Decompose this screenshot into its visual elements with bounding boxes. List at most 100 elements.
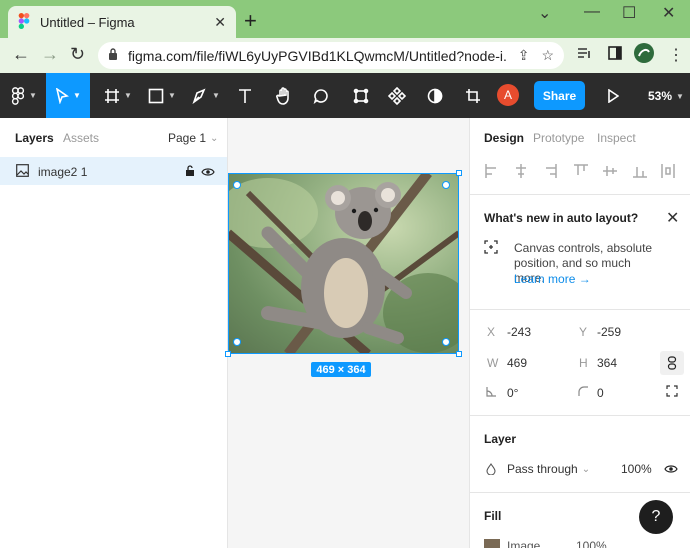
present-button[interactable] bbox=[600, 73, 626, 118]
y-field[interactable]: -259 bbox=[597, 325, 621, 339]
crop-icon bbox=[466, 88, 480, 103]
link-icon bbox=[667, 356, 677, 370]
rectangle-icon bbox=[148, 88, 164, 103]
align-horizontal-center-icon[interactable] bbox=[513, 163, 529, 179]
resize-handle-top-left[interactable] bbox=[233, 181, 241, 189]
resources-tool-button[interactable] bbox=[346, 73, 376, 118]
component-icon bbox=[388, 86, 406, 105]
shape-tool-button[interactable]: ▼ bbox=[142, 73, 182, 118]
url-text: figma.com/file/fiWL6yUyPGVIBd1KLQwmcM/Un… bbox=[128, 47, 506, 64]
selection-box bbox=[228, 173, 459, 354]
blend-drop-icon bbox=[486, 463, 496, 478]
component-tool-button[interactable] bbox=[382, 73, 412, 118]
layer-visibility-eye-icon[interactable] bbox=[664, 463, 678, 477]
share-page-icon[interactable]: ⇪ bbox=[518, 47, 530, 64]
tab-assets[interactable]: Assets bbox=[63, 131, 99, 145]
contrast-icon bbox=[427, 88, 443, 103]
h-field[interactable]: 364 bbox=[597, 356, 617, 370]
constrain-proportions-button[interactable] bbox=[660, 351, 684, 375]
main-menu-button[interactable]: ▼ bbox=[4, 73, 44, 118]
minimize-button[interactable]: — bbox=[584, 3, 600, 21]
layer-name: image2 1 bbox=[38, 165, 88, 179]
corner-handle-bottom-left[interactable] bbox=[225, 351, 231, 357]
side-panel-icon[interactable] bbox=[607, 45, 623, 64]
zoom-dropdown[interactable]: 53% ▼ bbox=[648, 89, 684, 103]
address-bar[interactable]: figma.com/file/fiWL6yUyPGVIBd1KLQwmcM/Un… bbox=[98, 42, 564, 69]
align-top-icon[interactable] bbox=[573, 163, 589, 179]
independent-corners-icon[interactable] bbox=[666, 385, 678, 400]
divider bbox=[470, 309, 690, 310]
move-tool-button[interactable]: ▼ bbox=[46, 73, 90, 118]
figma-favicon-icon bbox=[18, 12, 30, 32]
crop-tool-button[interactable] bbox=[458, 73, 488, 118]
tab-layers[interactable]: Layers bbox=[15, 131, 54, 145]
user-avatar[interactable]: A bbox=[497, 84, 519, 106]
tab-design[interactable]: Design bbox=[484, 131, 524, 145]
figma-logo-icon bbox=[11, 86, 25, 105]
x-field[interactable]: -243 bbox=[507, 325, 531, 339]
browser-menu-icon[interactable]: ⋮ bbox=[668, 45, 684, 65]
divider bbox=[470, 194, 690, 195]
close-icon[interactable]: ✕ bbox=[666, 208, 679, 228]
corner-handle-top-right[interactable] bbox=[456, 170, 462, 176]
w-field[interactable]: 469 bbox=[507, 356, 527, 370]
fill-swatch[interactable] bbox=[484, 539, 500, 548]
blend-mode-dropdown[interactable]: Pass through ⌄ bbox=[507, 462, 590, 476]
comment-tool-button[interactable] bbox=[306, 73, 336, 118]
forward-arrow-icon[interactable]: → bbox=[41, 44, 59, 65]
close-tab-icon[interactable]: ✕ bbox=[214, 14, 226, 31]
maximize-button[interactable]: ☐ bbox=[622, 3, 636, 23]
auto-layout-icon bbox=[484, 240, 498, 257]
corner-radius-field[interactable]: 0 bbox=[597, 386, 604, 400]
contrast-tool-button[interactable] bbox=[420, 73, 450, 118]
pen-tool-button[interactable]: ▼ bbox=[186, 73, 226, 118]
rotation-icon bbox=[486, 386, 497, 400]
resources-icon bbox=[353, 88, 369, 103]
close-window-button[interactable]: ✕ bbox=[662, 3, 675, 23]
h-label: H bbox=[579, 356, 588, 370]
layer-opacity-field[interactable]: 100% bbox=[621, 462, 652, 476]
tab-inspect[interactable]: Inspect bbox=[597, 131, 636, 145]
learn-more-link[interactable]: Learn more → bbox=[514, 272, 591, 286]
cursor-icon bbox=[55, 87, 70, 104]
distribute-icon[interactable] bbox=[660, 163, 676, 179]
page-selector[interactable]: Page 1 ⌄ bbox=[168, 131, 218, 145]
reading-list-icon[interactable] bbox=[576, 45, 592, 64]
frame-tool-button[interactable]: ▼ bbox=[98, 73, 138, 118]
play-icon bbox=[608, 88, 619, 103]
unlock-icon[interactable] bbox=[185, 165, 195, 180]
profile-avatar-icon[interactable] bbox=[634, 43, 654, 66]
fill-section-title: Fill bbox=[484, 509, 502, 523]
reload-icon[interactable]: ↻ bbox=[70, 44, 85, 65]
chevron-down-icon: ⌄ bbox=[581, 463, 591, 475]
tab-prototype[interactable]: Prototype bbox=[533, 131, 584, 145]
fill-type: Image bbox=[507, 539, 541, 548]
resize-handle-bottom-right[interactable] bbox=[442, 338, 450, 346]
tab-search-icon[interactable]: ⌄ bbox=[538, 3, 551, 23]
rotation-field[interactable]: 0° bbox=[507, 386, 518, 400]
w-label: W bbox=[487, 356, 499, 370]
x-label: X bbox=[487, 325, 496, 339]
browser-tab[interactable]: Untitled – Figma ✕ bbox=[8, 6, 236, 38]
corner-handle-bottom-right[interactable] bbox=[456, 351, 462, 357]
help-button[interactable]: ? bbox=[639, 500, 673, 534]
align-bottom-icon[interactable] bbox=[632, 163, 648, 179]
hand-tool-button[interactable] bbox=[268, 73, 300, 118]
layer-section-title: Layer bbox=[484, 432, 517, 446]
fill-opacity[interactable]: 100% bbox=[576, 539, 607, 548]
share-button[interactable]: Share bbox=[534, 81, 585, 110]
align-left-icon[interactable] bbox=[484, 163, 500, 179]
text-icon bbox=[239, 88, 251, 103]
image-layer-icon bbox=[16, 164, 29, 180]
chevron-down-icon: ⌄ bbox=[210, 132, 219, 144]
resize-handle-bottom-left[interactable] bbox=[233, 338, 241, 346]
resize-handle-top-right[interactable] bbox=[442, 181, 450, 189]
align-vertical-center-icon[interactable] bbox=[602, 163, 618, 179]
text-tool-button[interactable] bbox=[230, 73, 260, 118]
visibility-eye-icon[interactable] bbox=[201, 166, 215, 180]
zoom-value: 53% bbox=[648, 89, 673, 103]
back-arrow-icon[interactable]: ← bbox=[12, 44, 30, 65]
bookmark-star-icon[interactable]: ☆ bbox=[541, 47, 554, 64]
new-tab-button[interactable]: + bbox=[244, 8, 257, 34]
align-right-icon[interactable] bbox=[542, 163, 558, 179]
